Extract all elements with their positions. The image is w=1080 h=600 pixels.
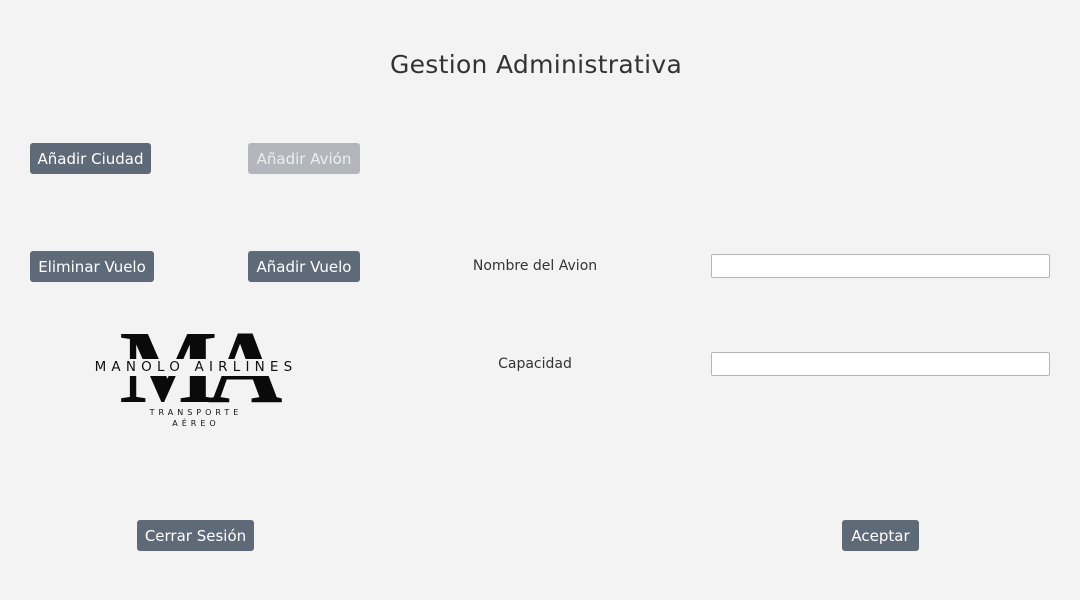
plane-name-label: Nombre del Avion	[472, 258, 598, 274]
logo-subtitle-line2: AÉREO	[172, 419, 220, 428]
delete-flight-button[interactable]: Eliminar Vuelo	[30, 251, 154, 282]
logout-button[interactable]: Cerrar Sesión	[137, 520, 254, 551]
accept-button[interactable]: Aceptar	[842, 520, 919, 551]
company-logo: MA MANOLO AIRLINES TRANSPORTE AÉREO	[68, 322, 324, 432]
capacity-label: Capacidad	[498, 356, 572, 372]
logo-company-name: MANOLO AIRLINES	[94, 359, 298, 375]
add-city-button[interactable]: Añadir Ciudad	[30, 143, 151, 174]
add-flight-button[interactable]: Añadir Vuelo	[248, 251, 360, 282]
plane-name-input[interactable]	[711, 254, 1050, 278]
logo-subtitle-line1: TRANSPORTE	[149, 408, 243, 417]
page-title: Gestion Administrativa	[389, 50, 683, 79]
add-plane-button[interactable]: Añadir Avión	[248, 143, 360, 174]
capacity-input[interactable]	[711, 352, 1050, 376]
